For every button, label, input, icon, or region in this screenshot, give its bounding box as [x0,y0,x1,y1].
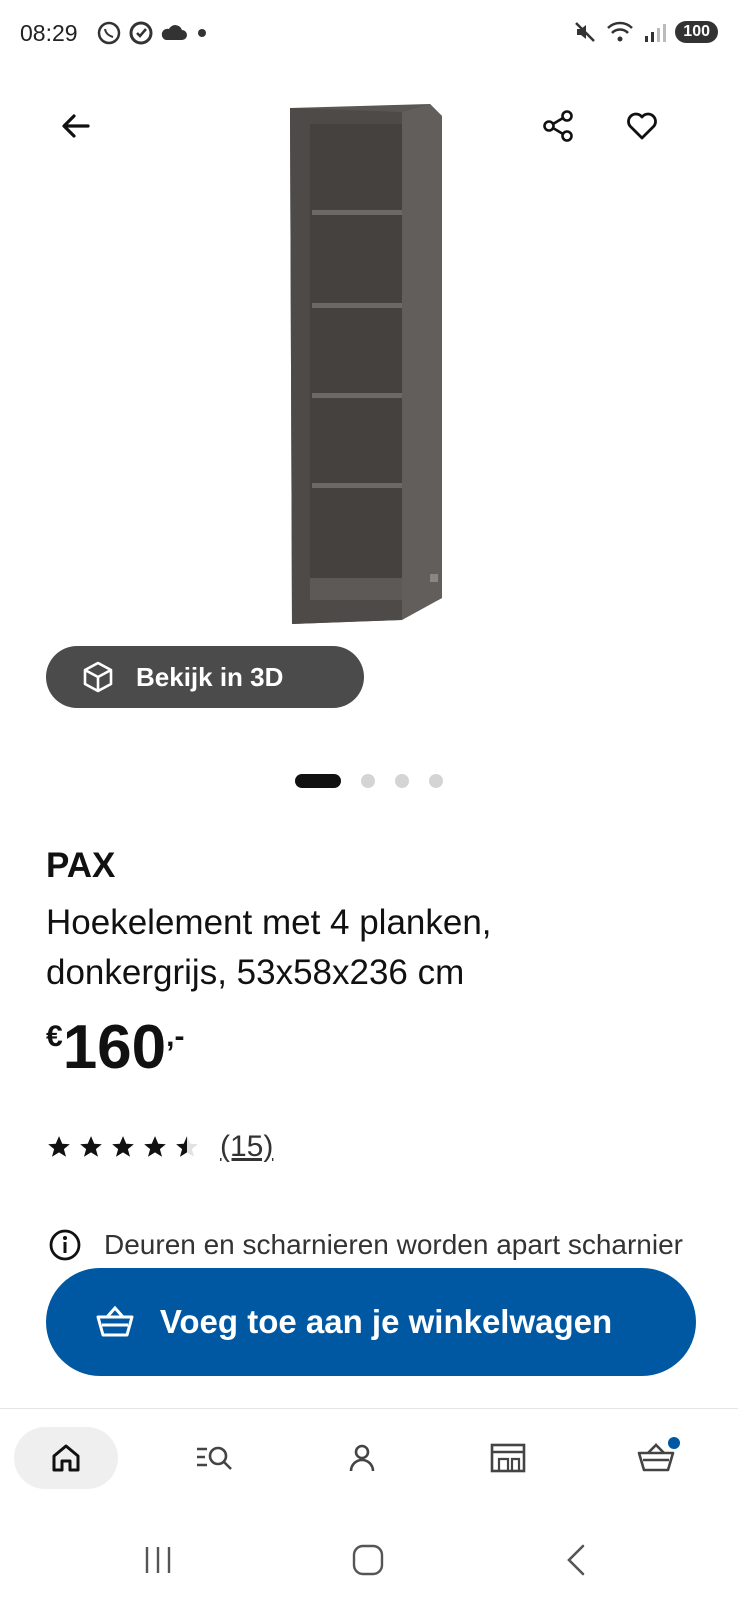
info-icon [49,1229,81,1261]
cart-badge-dot [668,1437,680,1449]
system-navigation [0,1518,738,1600]
star-icon [48,1136,70,1157]
arrow-left-icon [62,114,90,138]
whatsapp-icon [97,21,121,45]
product-price: € 160 ,- [46,1014,184,1082]
dot-icon [198,29,206,37]
pager-dot[interactable] [361,774,375,788]
product-brand: PAX [46,846,116,885]
nav-search[interactable] [164,1427,268,1489]
rating-count-link[interactable]: (15) [220,1130,273,1164]
star-half-icon [176,1136,198,1157]
pager-dot[interactable] [395,774,409,788]
price-currency: € [46,1020,63,1053]
price-amount: 160 [62,1013,167,1082]
rating[interactable]: (15) [46,1130,273,1164]
nav-profile[interactable] [310,1427,414,1489]
star-icon [144,1136,166,1157]
battery-indicator: 100 [675,21,718,43]
pager-dot[interactable] [429,774,443,788]
product-description: Hoekelement met 4 planken, donkergrijs, … [46,903,492,992]
basket-icon [96,1305,134,1337]
add-to-cart-label: Voeg toe aan je winkelwagen [159,1303,613,1340]
mute-icon [575,22,596,42]
product-image[interactable] [270,98,470,638]
add-to-cart-button[interactable]: Voeg toe aan je winkelwagen [46,1268,696,1376]
view-3d-button[interactable]: Bekijk in 3D [46,646,364,708]
wardrobe-frame-illustration [290,104,442,624]
price-suffix: ,- [166,1020,185,1053]
chevron-left-icon [567,1544,585,1576]
heart-icon [627,112,657,140]
nav-home[interactable] [14,1427,118,1489]
favorite-button[interactable] [614,98,670,154]
nav-cart[interactable] [604,1427,708,1489]
star-icon [112,1136,134,1157]
recent-apps-button[interactable] [128,1538,188,1582]
star-icon [80,1136,102,1157]
nav-stores[interactable] [456,1427,560,1489]
pager-dot-active[interactable] [295,774,341,788]
status-bar: 08:29 100 [0,0,738,70]
store-icon [490,1443,526,1473]
share-icon [543,110,573,142]
home-icon [52,1444,80,1472]
cloud-icon [161,25,187,40]
rating-stars [46,1134,200,1160]
image-pager [0,774,738,788]
home-circle-icon [352,1544,384,1576]
bottom-navigation [0,1408,738,1518]
status-time: 08:29 [20,20,78,46]
system-back-button[interactable] [546,1538,606,1582]
home-system-button[interactable] [338,1538,398,1582]
signal-icon [645,24,667,42]
recent-apps-icon [145,1547,171,1573]
sync-icon [129,21,153,45]
search-list-icon [197,1446,232,1470]
cube-icon [83,661,113,693]
back-button[interactable] [48,98,104,154]
share-button[interactable] [530,98,586,154]
profile-icon [349,1444,375,1472]
view-3d-label: Bekijk in 3D [136,661,284,692]
wifi-icon [607,21,634,42]
